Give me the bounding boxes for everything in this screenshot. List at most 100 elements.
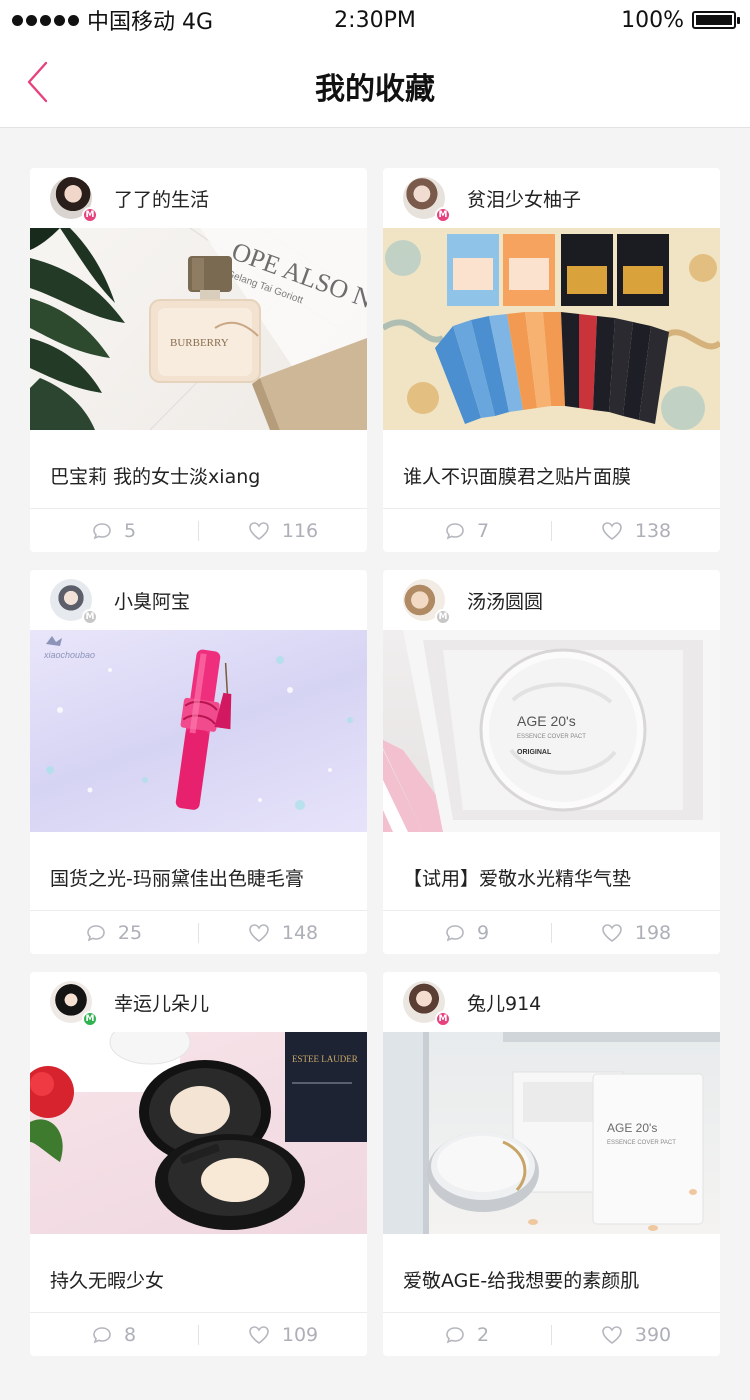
product-image[interactable] xyxy=(383,228,720,430)
username[interactable]: 贫泪少女柚子 xyxy=(467,185,581,212)
user-avatar[interactable]: M xyxy=(403,981,451,1027)
card-footer: 7 138 xyxy=(383,508,720,552)
favorite-card[interactable]: M 汤汤圆圆 AGE 20's ESSENCE COVER PACT ORIGI… xyxy=(383,570,720,954)
username[interactable]: 兔儿914 xyxy=(467,989,541,1016)
comment-icon xyxy=(93,1326,111,1343)
member-badge: M xyxy=(435,207,451,223)
card-footer: 25 148 xyxy=(30,910,367,954)
comment-button[interactable]: 2 xyxy=(383,1313,551,1356)
comment-icon xyxy=(87,924,105,941)
user-avatar[interactable]: M xyxy=(403,177,451,223)
card-title[interactable]: 【试用】爱敬水光精华气垫 xyxy=(383,832,720,911)
like-count: 198 xyxy=(634,921,672,944)
status-right: 100% xyxy=(621,7,740,33)
user-avatar[interactable]: M xyxy=(50,579,98,625)
favorite-card[interactable]: M 贫泪少女柚子 谁人不识面膜君之贴片面膜 7 138 xyxy=(383,168,720,552)
product-image[interactable]: xiaochoubao xyxy=(30,630,367,832)
comment-icon xyxy=(446,924,464,941)
username[interactable]: 幸运儿朵儿 xyxy=(114,989,209,1016)
pouch-sub-text: ESSENCE COVER PACT xyxy=(607,1140,676,1146)
card-title[interactable]: 爱敬AGE-给我想要的素颜肌 xyxy=(383,1234,720,1313)
favorites-grid: M 了了的生活 OPE ALSO N Gelang Tai Goriott BU… xyxy=(30,168,720,1356)
heart-icon xyxy=(602,521,622,540)
card-title[interactable]: 国货之光-玛丽黛佳出色睫毛膏 xyxy=(30,832,367,911)
comment-button[interactable]: 9 xyxy=(383,911,551,954)
like-button[interactable]: 116 xyxy=(199,509,367,552)
like-count: 138 xyxy=(634,519,672,542)
comment-button[interactable]: 25 xyxy=(30,911,198,954)
signal-icon xyxy=(12,14,79,26)
status-bar: 中国移动 4G 2:30PM 100% xyxy=(0,0,750,40)
card-header: M 小臭阿宝 xyxy=(30,570,367,630)
member-badge: M xyxy=(82,1011,98,1027)
compact-brand-text: AGE 20's xyxy=(517,713,576,729)
heart-icon xyxy=(249,923,269,942)
comment-count: 25 xyxy=(117,921,143,944)
carrier-label: 中国移动 4G xyxy=(87,10,214,35)
member-badge: M xyxy=(435,609,451,625)
pouch-brand-text: AGE 20's xyxy=(607,1121,657,1135)
battery-icon xyxy=(692,11,740,29)
member-badge: M xyxy=(82,609,98,625)
like-count: 148 xyxy=(281,921,319,944)
favorite-card[interactable]: M 小臭阿宝 xiaochoubao 国货之光-玛丽黛佳出色睫毛膏 25 148 xyxy=(30,570,367,954)
comment-count: 2 xyxy=(476,1323,490,1346)
like-count: 109 xyxy=(281,1323,319,1346)
member-badge: M xyxy=(82,207,98,223)
card-header: M 贫泪少女柚子 xyxy=(383,168,720,228)
comment-button[interactable]: 7 xyxy=(383,509,551,552)
comment-icon xyxy=(446,522,464,539)
user-avatar[interactable]: M xyxy=(403,579,451,625)
like-button[interactable]: 390 xyxy=(552,1313,720,1356)
username[interactable]: 小臭阿宝 xyxy=(114,587,190,614)
comment-icon xyxy=(93,522,111,539)
like-count: 116 xyxy=(281,519,319,542)
heart-icon xyxy=(602,923,622,942)
user-avatar[interactable]: M xyxy=(50,981,98,1027)
card-footer: 5 116 xyxy=(30,508,367,552)
comment-count: 8 xyxy=(123,1323,137,1346)
like-button[interactable]: 198 xyxy=(552,911,720,954)
comment-count: 7 xyxy=(476,519,490,542)
comment-count: 5 xyxy=(123,519,137,542)
like-button[interactable]: 138 xyxy=(552,509,720,552)
comment-button[interactable]: 5 xyxy=(30,509,198,552)
card-title[interactable]: 持久无暇少女 xyxy=(30,1234,367,1313)
card-footer: 8 109 xyxy=(30,1312,367,1356)
user-avatar[interactable]: M xyxy=(50,177,98,223)
card-header: M 兔儿914 xyxy=(383,972,720,1032)
card-title[interactable]: 谁人不识面膜君之贴片面膜 xyxy=(383,430,720,509)
status-left: 中国移动 4G xyxy=(12,4,213,36)
product-image[interactable]: OPE ALSO N Gelang Tai Goriott BURBERRY xyxy=(30,228,367,430)
favorite-card[interactable]: M 幸运儿朵儿 ESTEE LAUDER 持久无暇少女 8 109 xyxy=(30,972,367,1356)
card-header: M 了了的生活 xyxy=(30,168,367,228)
product-image[interactable]: AGE 20's ESSENCE COVER PACT ORIGINAL xyxy=(383,630,720,832)
username[interactable]: 汤汤圆圆 xyxy=(467,587,543,614)
product-image[interactable]: ESTEE LAUDER xyxy=(30,1032,367,1234)
card-title[interactable]: 巴宝莉 我的女士淡xiang xyxy=(30,430,367,509)
favorite-card[interactable]: M 兔儿914 AGE 20's ESSENCE COVER PACT 爱敬AG… xyxy=(383,972,720,1356)
nav-bar: 我的收藏 xyxy=(0,40,750,128)
favorite-card[interactable]: M 了了的生活 OPE ALSO N Gelang Tai Goriott BU… xyxy=(30,168,367,552)
member-badge: M xyxy=(435,1011,451,1027)
product-image[interactable]: AGE 20's ESSENCE COVER PACT xyxy=(383,1032,720,1234)
card-footer: 2 390 xyxy=(383,1312,720,1356)
card-header: M 幸运儿朵儿 xyxy=(30,972,367,1032)
card-header: M 汤汤圆圆 xyxy=(383,570,720,630)
comment-count: 9 xyxy=(476,921,490,944)
heart-icon xyxy=(249,1325,269,1344)
heart-icon xyxy=(249,521,269,540)
comment-icon xyxy=(446,1326,464,1343)
watermark-text: xiaochoubao xyxy=(43,650,95,660)
username[interactable]: 了了的生活 xyxy=(114,185,209,212)
page-title: 我的收藏 xyxy=(315,72,435,107)
heart-icon xyxy=(602,1325,622,1344)
comment-button[interactable]: 8 xyxy=(30,1313,198,1356)
like-button[interactable]: 148 xyxy=(199,911,367,954)
compact-sub-text: ESSENCE COVER PACT xyxy=(517,734,586,740)
like-count: 390 xyxy=(634,1323,672,1346)
card-footer: 9 198 xyxy=(383,910,720,954)
like-button[interactable]: 109 xyxy=(199,1313,367,1356)
battery-percent: 100% xyxy=(621,7,684,33)
box-brand-text: ESTEE LAUDER xyxy=(292,1054,358,1064)
